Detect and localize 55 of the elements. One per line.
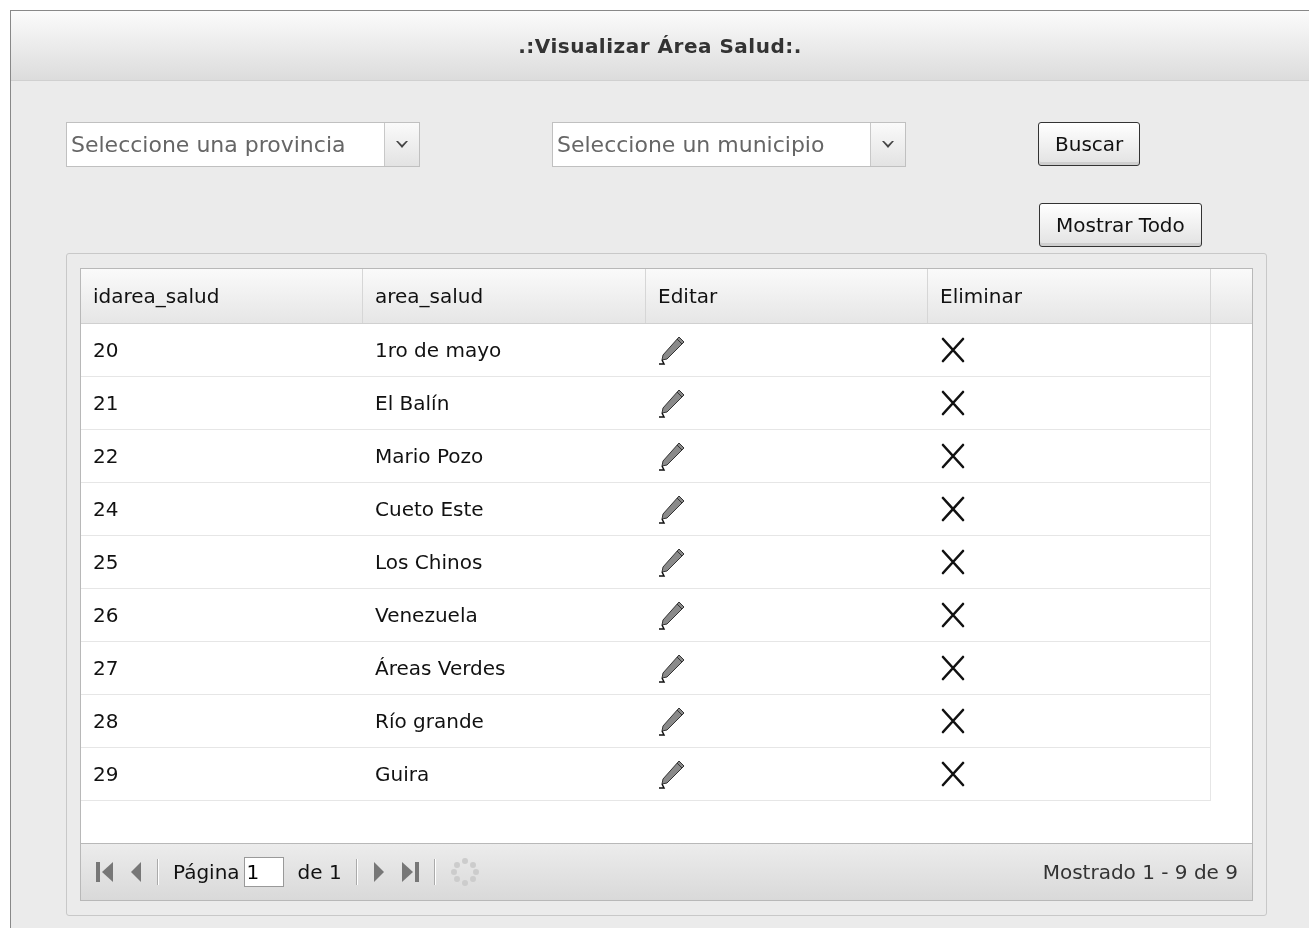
window-title: .:Visualizar Área Salud:. [518,33,802,58]
show-all-button[interactable]: Mostrar Todo [1039,203,1202,247]
previous-page-icon[interactable] [129,860,143,884]
delete-icon[interactable] [940,389,966,417]
pencil-icon[interactable] [658,653,686,683]
delete-icon[interactable] [940,548,966,576]
table-cell-text: 1ro de mayo [374,337,503,364]
delete-icon[interactable] [940,707,966,735]
pencil-icon[interactable] [658,335,686,365]
pencil-icon[interactable] [658,494,686,524]
table-cell-text: El Balín [374,390,451,417]
pencil-icon[interactable] [658,600,686,630]
column-header[interactable]: Editar [646,269,928,323]
last-page-icon[interactable] [399,860,420,884]
pencil-icon[interactable] [658,388,686,418]
table-cell-text: 21 [92,390,120,417]
page-label: Página [173,860,240,884]
province-dropdown[interactable]: Seleccione una provincia [66,122,420,167]
table-cell-text: 29 [92,761,120,788]
caret-icon[interactable] [396,140,408,149]
delete-icon[interactable] [940,654,966,682]
table-cell-text: 24 [92,496,120,523]
column-header[interactable]: area_salud [363,269,646,323]
search-button[interactable]: Buscar [1038,122,1141,166]
table-cell-text: 22 [92,443,120,470]
table-cell-text: Río grande [374,708,485,735]
table-cell-text: Mario Pozo [374,443,485,470]
delete-icon[interactable] [940,336,966,364]
table-cell-text: Guira [374,761,431,788]
page-count: de 1 [297,860,342,884]
first-page-icon[interactable] [95,860,115,884]
delete-icon[interactable] [940,601,966,629]
table-cell-text: Áreas Verdes [374,655,507,682]
next-page-icon[interactable] [371,860,386,884]
delete-icon[interactable] [940,495,966,523]
pencil-icon[interactable] [658,706,686,736]
delete-icon[interactable] [940,442,966,470]
pencil-icon[interactable] [658,547,686,577]
pencil-icon[interactable] [658,441,686,471]
table-cell-text: 25 [92,549,120,576]
table-cell-text: 28 [92,708,120,735]
table-cell-text: 26 [92,602,120,629]
table-cell-text: Venezuela [374,602,479,629]
column-header[interactable]: Eliminar [928,269,1211,323]
column-header[interactable]: idarea_salud [81,269,363,323]
delete-icon[interactable] [940,760,966,788]
table-cell-text: Cueto Este [374,496,485,523]
paging-summary: Mostrado 1 - 9 de 9 [1042,860,1238,884]
page-number-field[interactable]: 1 [243,857,284,887]
table-cell-text: 27 [92,655,120,682]
table-cell-text: Los Chinos [374,549,484,576]
pencil-icon[interactable] [658,759,686,789]
municipality-dropdown[interactable]: Seleccione un municipio [552,122,906,167]
caret-icon[interactable] [882,140,894,149]
table-cell-text: 20 [92,337,120,364]
